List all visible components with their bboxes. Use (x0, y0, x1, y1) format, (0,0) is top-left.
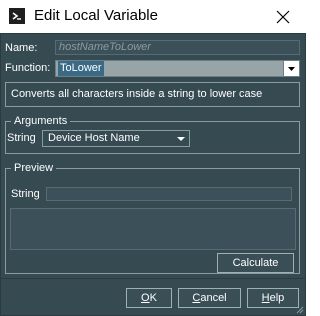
argument-string-value: Device Host Name (48, 132, 140, 144)
function-select[interactable]: ToLower (55, 60, 300, 77)
name-label: Name: (5, 42, 38, 54)
name-input[interactable]: hostNameToLower (55, 40, 300, 55)
window-title: Edit Local Variable (34, 7, 158, 24)
script-terminal-icon (9, 8, 25, 24)
footer-separator (1, 278, 305, 279)
ok-label-rest: K (149, 292, 157, 304)
argument-string-label: String (7, 132, 36, 144)
cancel-button[interactable]: Cancel (178, 288, 241, 308)
ok-mnemonic: O (141, 292, 150, 304)
function-label: Function: (5, 62, 51, 74)
preview-string-label: String (11, 188, 40, 200)
help-mnemonic: H (261, 292, 270, 304)
name-placeholder: hostNameToLower (59, 41, 151, 53)
function-value: ToLower (58, 61, 104, 76)
help-label-rest: elp (269, 292, 285, 304)
preview-group: Preview String Calculate (5, 161, 300, 274)
chevron-down-icon[interactable] (175, 132, 187, 145)
ok-button[interactable]: OK (126, 288, 172, 308)
cancel-label-rest: ancel (200, 292, 227, 304)
help-button[interactable]: Help (247, 288, 299, 308)
title-bar: Edit Local Variable (0, 0, 306, 33)
calculate-button[interactable]: Calculate (217, 253, 294, 273)
chevron-down-icon[interactable] (283, 61, 299, 76)
function-description: Converts all characters inside a string … (5, 82, 300, 107)
argument-string-select[interactable]: Device Host Name (42, 130, 190, 147)
preview-string-input[interactable] (46, 187, 292, 201)
close-icon[interactable] (268, 4, 298, 30)
resize-grip-icon[interactable] (294, 304, 304, 314)
arguments-group-title: Arguments (11, 114, 71, 128)
arguments-group: Arguments String Device Host Name (5, 114, 300, 154)
dialog-body: Name: hostNameToLower Function: ToLower … (0, 33, 306, 316)
preview-group-title: Preview (11, 161, 57, 175)
preview-output (10, 208, 296, 250)
